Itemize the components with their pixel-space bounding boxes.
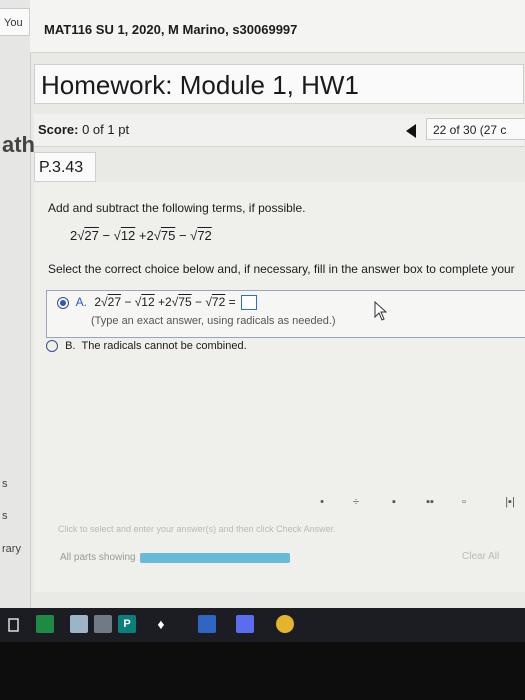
tool-exponent-icon[interactable]: ▫ [454, 492, 474, 512]
a-coef-1: 2 [94, 295, 102, 309]
course-header: MAT116 SU 1, 2020, M Marino, s30069997 [30, 0, 525, 53]
excel-icon[interactable] [36, 615, 54, 633]
course-title: MAT116 SU 1, 2020, M Marino, s30069997 [44, 22, 298, 37]
parts-progress-bar [140, 553, 290, 563]
operator-1: − [102, 228, 111, 243]
a-radicand-3: 75 [178, 295, 192, 309]
choice-b-letter: B. [65, 340, 76, 352]
choice-a[interactable]: A. 2√27 − √12 +2√75 − √72 = [57, 295, 257, 311]
radicand-1: 27 [84, 228, 99, 243]
windows-taskbar: P ♦ [0, 608, 525, 642]
question-panel: Add and subtract the following terms, if… [34, 182, 525, 592]
a-operator-2: +2 [157, 295, 172, 309]
coef-1: 2 [70, 228, 78, 243]
math-toolbar: • ÷ ▪ ▪▪ ▫ |▪| [304, 490, 525, 516]
photos-icon[interactable] [70, 615, 88, 633]
tool-divide-icon[interactable]: ÷ [346, 492, 366, 512]
choice-a-container[interactable]: A. 2√27 − √12 +2√75 − √72 = (Type an exa… [46, 290, 525, 338]
answer-input-box[interactable] [240, 295, 257, 311]
radicand-3: 75 [160, 228, 176, 243]
radio-choice-a[interactable] [57, 296, 69, 309]
operator-2: +2 [138, 228, 154, 243]
radicand-4: 72 [197, 228, 212, 243]
mouse-cursor-icon [374, 301, 387, 321]
word-icon[interactable] [198, 615, 216, 633]
homework-title: Homework: Module 1, HW1 [41, 70, 359, 100]
a-equals: = [228, 295, 236, 309]
score-label: Score: [38, 122, 79, 137]
clear-all-button[interactable]: Clear All [462, 551, 499, 562]
score-text: Score: 0 of 1 pt [38, 122, 129, 137]
score-value: 0 of 1 pt [82, 122, 130, 137]
a-operator-3: − [194, 295, 202, 309]
onenote-icon[interactable] [236, 615, 254, 633]
choice-b-text: The radicals cannot be combined. [81, 340, 247, 352]
sidebar-fragment-library: rary [2, 543, 21, 555]
a-radicand-4: 72 [211, 295, 226, 309]
question-id-box: P.3.43 [34, 152, 96, 182]
choice-b[interactable]: B. The radicals cannot be combined. [46, 340, 247, 353]
question-instruction: Add and subtract the following terms, if… [48, 201, 306, 215]
browser-screen: You ath s s rary MAT116 SU 1, 2020, M Ma… [0, 0, 525, 608]
question-id: P.3.43 [39, 159, 84, 176]
feedback-icon[interactable]: ♦ [152, 615, 170, 633]
tool-absolute-value-icon[interactable]: |▪| [500, 492, 520, 512]
homework-title-box: Homework: Module 1, HW1 [34, 64, 524, 104]
footer-instruction: Click to select and enter your answer(s)… [58, 524, 336, 534]
radio-choice-b[interactable] [46, 340, 58, 353]
tool-dot-icon[interactable]: • [312, 492, 332, 512]
score-bar: Score: 0 of 1 pt 22 of 30 (27 c [34, 114, 525, 147]
sidebar-fragment-s2: s [2, 510, 8, 522]
math-expression: 2√27 − √12 +2√75 − √72 [70, 228, 212, 243]
a-operator-1: − [124, 295, 132, 309]
taskbar-search-icon[interactable] [8, 618, 20, 632]
previous-question-icon[interactable] [406, 124, 416, 138]
choice-a-hint: (Type an exact answer, using radicals as… [91, 315, 336, 327]
operator-3: − [178, 228, 187, 243]
publisher-icon[interactable]: P [118, 615, 136, 633]
choice-a-letter: A. [75, 295, 88, 309]
sidebar-fragment-math: ath [2, 132, 35, 157]
select-instruction: Select the correct choice below and, if … [48, 262, 515, 276]
choice-a-expression: 2√27 − √12 +2√75 − √72 = [94, 295, 236, 309]
question-counter[interactable]: 22 of 30 (27 c [426, 118, 525, 140]
you-tab[interactable]: You [0, 8, 30, 36]
radicand-2: 12 [120, 228, 136, 243]
tool-mixed-number-icon[interactable]: ▪▪ [420, 492, 440, 512]
a-radicand-1: 27 [107, 295, 121, 309]
left-sidebar: You ath s s rary [0, 0, 35, 608]
a-radicand-2: 12 [141, 295, 155, 309]
sidebar-fragment-s1: s [2, 478, 8, 490]
parts-showing: All parts showing [60, 552, 136, 563]
chrome-icon[interactable] [276, 615, 294, 633]
mail-icon[interactable] [94, 615, 112, 633]
tool-fraction-icon[interactable]: ▪ [384, 492, 404, 512]
